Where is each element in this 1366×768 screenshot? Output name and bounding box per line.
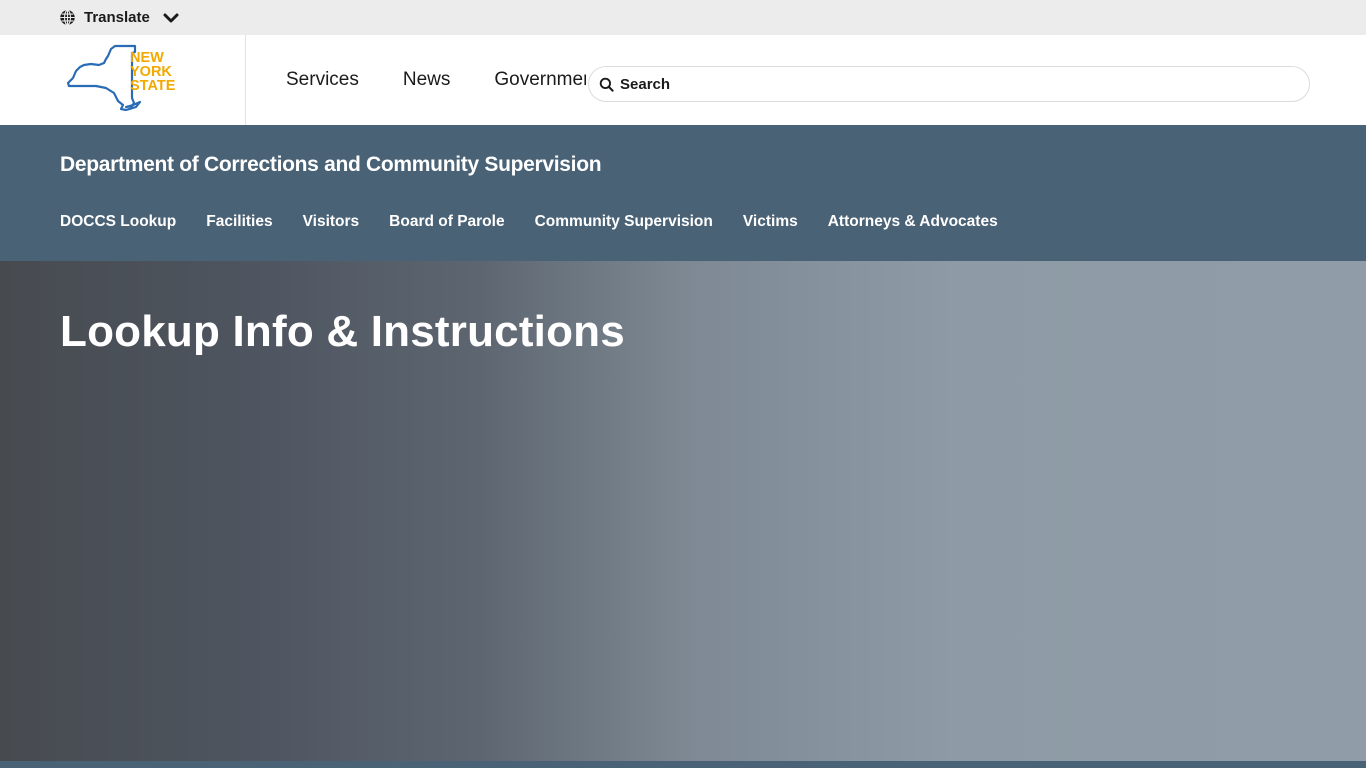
hero-banner: Lookup Info & Instructions xyxy=(0,261,1366,761)
nav-news[interactable]: News xyxy=(403,69,451,91)
utility-bar: Translate xyxy=(0,0,1366,35)
agency-nav: DOCCS Lookup Facilities Visitors Board o… xyxy=(60,213,1028,231)
chevron-down-icon xyxy=(163,13,179,22)
nav-services[interactable]: Services xyxy=(286,69,359,91)
global-header: NEW YORK STATE Services News Government xyxy=(0,35,1366,125)
nys-logo-link[interactable]: NEW YORK STATE xyxy=(0,35,246,125)
translate-button[interactable]: Translate xyxy=(59,9,179,26)
nys-logo: NEW YORK STATE xyxy=(66,44,176,112)
section-divider xyxy=(0,761,1366,768)
agency-nav-board-of-parole[interactable]: Board of Parole xyxy=(389,213,504,231)
globe-icon xyxy=(60,9,75,26)
nav-government[interactable]: Government xyxy=(494,69,586,91)
search-icon xyxy=(599,77,614,92)
main-nav: Services News Government xyxy=(246,35,586,125)
svg-text:STATE: STATE xyxy=(130,78,176,94)
agency-nav-doccs-lookup[interactable]: DOCCS Lookup xyxy=(60,213,176,231)
agency-nav-victims[interactable]: Victims xyxy=(743,213,798,231)
agency-header: Department of Corrections and Community … xyxy=(0,125,1366,261)
translate-label: Translate xyxy=(84,9,150,26)
agency-nav-visitors[interactable]: Visitors xyxy=(303,213,360,231)
agency-name[interactable]: Department of Corrections and Community … xyxy=(60,153,602,177)
search-box[interactable] xyxy=(588,66,1310,102)
page-title: Lookup Info & Instructions xyxy=(60,307,625,356)
agency-nav-community-supervision[interactable]: Community Supervision xyxy=(535,213,713,231)
agency-nav-attorneys-advocates[interactable]: Attorneys & Advocates xyxy=(828,213,998,231)
agency-nav-facilities[interactable]: Facilities xyxy=(206,213,272,231)
search-input[interactable] xyxy=(620,75,1280,93)
